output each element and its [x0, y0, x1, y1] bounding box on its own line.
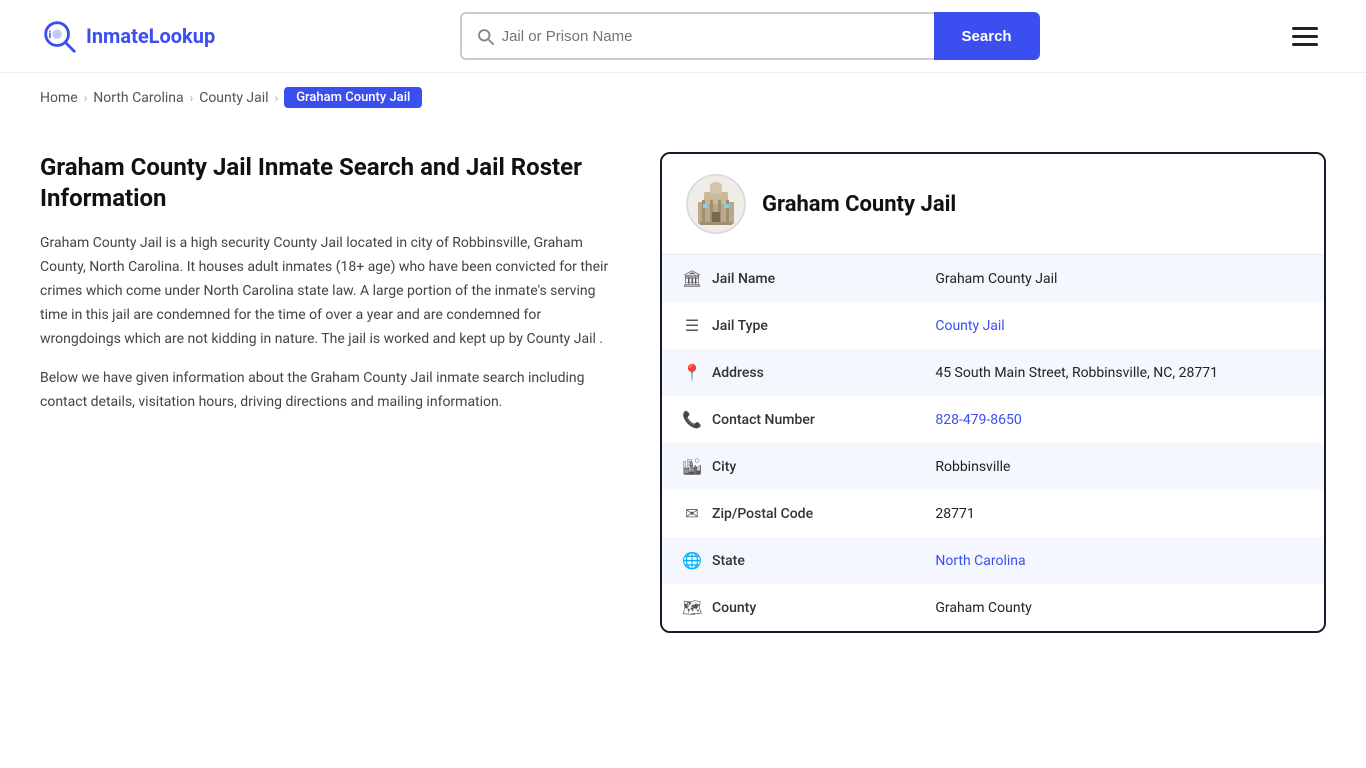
main-content: Graham County Jail Inmate Search and Jai… — [0, 122, 1366, 663]
row-label: Contact Number — [712, 412, 815, 428]
info-value-cell: 28771 — [915, 490, 1324, 537]
search-bar: Search — [460, 12, 1040, 60]
table-row: ☰ Jail Type County Jail — [662, 302, 1324, 349]
table-row: 🏛 Jail Name Graham County Jail — [662, 255, 1324, 302]
row-label: Address — [712, 365, 764, 381]
table-row: 📞 Contact Number 828-479-8650 — [662, 396, 1324, 443]
breadcrumb-type[interactable]: County Jail — [199, 90, 268, 106]
info-label-cell: ✉ Zip/Postal Code — [662, 490, 862, 537]
site-header: i InmateLookup Search — [0, 0, 1366, 73]
info-card-title: Graham County Jail — [762, 192, 956, 217]
row-icon: 📞 — [682, 410, 702, 429]
row-icon: 📍 — [682, 363, 702, 382]
info-label-cell: 🏙 City — [662, 443, 862, 490]
left-panel: Graham County Jail Inmate Search and Jai… — [40, 152, 660, 431]
logo-icon: i — [40, 17, 78, 55]
svg-text:i: i — [49, 28, 52, 41]
jail-building-icon — [694, 182, 738, 226]
row-label: Jail Type — [712, 318, 768, 334]
menu-line-3 — [1292, 43, 1318, 46]
menu-line-1 — [1292, 27, 1318, 30]
info-label-cell: 🏛 Jail Name — [662, 255, 862, 302]
info-value-cell[interactable]: North Carolina — [915, 537, 1324, 584]
info-label-cell: 🗺 County — [662, 584, 862, 631]
info-value-cell: Robbinsville — [915, 443, 1324, 490]
breadcrumb-current: Graham County Jail — [284, 87, 422, 108]
row-label: Jail Name — [712, 271, 775, 287]
info-value-link[interactable]: County Jail — [935, 318, 1004, 334]
table-row: ✉ Zip/Postal Code 28771 — [662, 490, 1324, 537]
page-heading: Graham County Jail Inmate Search and Jai… — [40, 152, 620, 214]
description-paragraph-1: Graham County Jail is a high security Co… — [40, 232, 620, 351]
breadcrumb-sep-3: › — [275, 91, 279, 105]
search-input[interactable] — [502, 28, 920, 45]
row-icon: 🗺 — [682, 598, 702, 617]
info-value-cell: 45 South Main Street, Robbinsville, NC, … — [915, 349, 1324, 396]
info-card-header: Graham County Jail — [662, 154, 1324, 255]
menu-button[interactable] — [1284, 19, 1326, 54]
jail-info-table: 🏛 Jail Name Graham County Jail ☰ Jail Type Co… — [662, 255, 1324, 631]
row-icon: 🏙 — [682, 457, 702, 476]
menu-line-2 — [1292, 35, 1318, 38]
info-label-cell: 📍 Address — [662, 349, 862, 396]
breadcrumb-sep-2: › — [190, 91, 194, 105]
breadcrumb: Home › North Carolina › County Jail › Gr… — [0, 73, 1366, 122]
breadcrumb-home[interactable]: Home — [40, 90, 78, 106]
site-logo[interactable]: i InmateLookup — [40, 17, 215, 55]
row-label: County — [712, 600, 756, 616]
search-input-wrapper — [460, 12, 934, 60]
row-icon: ☰ — [682, 316, 702, 335]
logo-text: InmateLookup — [86, 24, 215, 48]
row-icon: 🌐 — [682, 551, 702, 570]
row-label: Zip/Postal Code — [712, 506, 813, 522]
breadcrumb-state[interactable]: North Carolina — [93, 90, 183, 106]
info-value-link[interactable]: 828-479-8650 — [935, 412, 1021, 428]
table-row: 🏙 City Robbinsville — [662, 443, 1324, 490]
info-label-cell: 📞 Contact Number — [662, 396, 862, 443]
search-button[interactable]: Search — [934, 12, 1040, 60]
jail-thumbnail — [686, 174, 746, 234]
search-icon — [476, 27, 494, 45]
row-label: State — [712, 553, 745, 569]
table-row: 🌐 State North Carolina — [662, 537, 1324, 584]
jail-info-card: Graham County Jail 🏛 Jail Name Graham Coun… — [660, 152, 1326, 633]
info-value-cell: Graham County Jail — [915, 255, 1324, 302]
info-value-cell[interactable]: County Jail — [915, 302, 1324, 349]
info-value-link[interactable]: North Carolina — [935, 553, 1025, 569]
breadcrumb-sep-1: › — [84, 91, 88, 105]
info-label-cell: 🌐 State — [662, 537, 862, 584]
table-row: 🗺 County Graham County — [662, 584, 1324, 631]
info-value-cell[interactable]: 828-479-8650 — [915, 396, 1324, 443]
row-icon: ✉ — [682, 504, 702, 523]
row-icon: 🏛 — [682, 269, 702, 288]
description-paragraph-2: Below we have given information about th… — [40, 367, 620, 415]
info-label-cell: ☰ Jail Type — [662, 302, 862, 349]
info-value-cell: Graham County — [915, 584, 1324, 631]
table-row: 📍 Address 45 South Main Street, Robbinsvil… — [662, 349, 1324, 396]
row-label: City — [712, 459, 736, 475]
